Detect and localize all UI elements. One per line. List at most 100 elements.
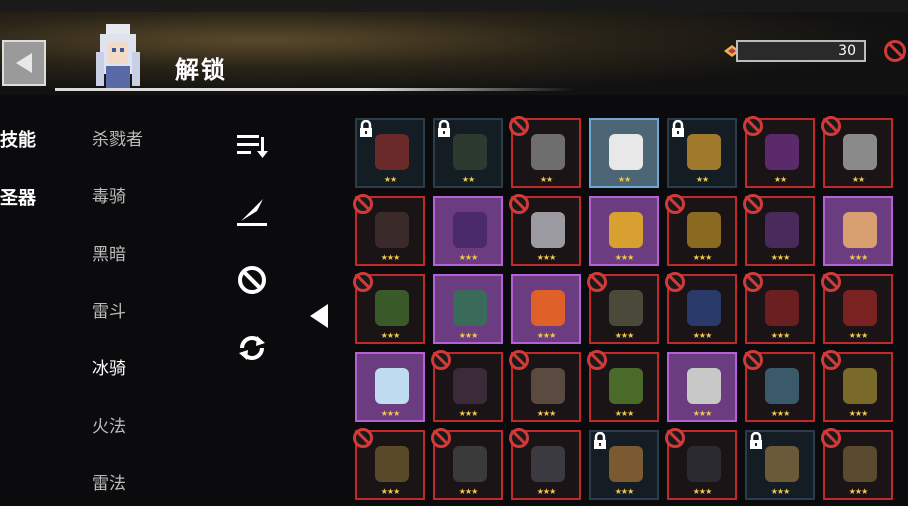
relic-slot-gear-wheel[interactable]: ★★★ — [745, 430, 815, 500]
relic-slot-dark-moon[interactable]: ★★★ — [431, 350, 503, 422]
relic-slot-money-sack[interactable]: ★★★ — [821, 428, 893, 500]
class-item-ice-knight[interactable]: 冰骑 — [92, 354, 126, 379]
relic-slot-medal-cross[interactable]: ★★★ — [353, 428, 425, 500]
gold-dice-icon — [609, 212, 643, 248]
rarity-stars: ★★★ — [380, 409, 401, 418]
refresh-icon — [239, 336, 265, 360]
tab-relics[interactable]: 圣器 — [0, 184, 36, 210]
relic-slot-holy-paper[interactable]: ★★★ — [587, 272, 659, 344]
pearl-shell-icon — [843, 134, 877, 170]
ban-icon — [509, 428, 529, 448]
rarity-stars: ★★ — [851, 175, 865, 184]
relic-slot-gold-ring[interactable]: ★★ — [667, 118, 737, 188]
rarity-stars: ★★★ — [770, 331, 791, 340]
ban-icon — [665, 272, 685, 292]
ban-filter-button[interactable] — [234, 262, 270, 298]
green-scroll-icon — [375, 290, 409, 326]
black-claw-icon — [687, 446, 721, 482]
relic-slot-dark-gem[interactable]: ★★ — [743, 116, 815, 188]
dark-gem-icon — [765, 134, 799, 170]
relic-slot-gold-coin[interactable]: ★★★ — [821, 350, 893, 422]
relic-slot-purple-card[interactable]: ★★★ — [433, 196, 503, 266]
gold-chalice-icon — [687, 212, 721, 248]
relic-slot-rock-shard[interactable]: ★★★ — [509, 350, 581, 422]
relic-slot-silver-sword[interactable]: ★★★ — [667, 352, 737, 422]
relic-slot-grey-stone[interactable]: ★★ — [509, 116, 581, 188]
ban-icon — [821, 350, 841, 370]
ban-icon[interactable] — [884, 40, 906, 62]
relic-slot-black-gauntlet[interactable]: ★★★ — [509, 428, 581, 500]
relic-slot-gold-chalice[interactable]: ★★★ — [665, 194, 737, 266]
rarity-stars: ★★ — [617, 175, 631, 184]
refresh-button[interactable] — [234, 330, 270, 366]
rarity-stars: ★★★ — [614, 331, 635, 340]
class-item-fire-mage[interactable]: 火法 — [92, 412, 126, 437]
rarity-stars: ★★ — [773, 175, 787, 184]
relic-slot-dark-branch[interactable]: ★★ — [433, 118, 503, 188]
ban-icon — [665, 194, 685, 214]
green-cloak-icon — [609, 368, 643, 404]
ban-icon — [431, 428, 451, 448]
relic-slot-green-rifle[interactable]: ★★★ — [433, 274, 503, 344]
relic-slot-ice-branch[interactable]: ★★★ — [355, 352, 425, 422]
gear-wheel-icon — [765, 446, 799, 482]
class-item-slayer[interactable]: 杀戮者 — [92, 125, 143, 150]
gold-coin-icon — [843, 368, 877, 404]
relic-slot-pearl-shell[interactable]: ★★ — [821, 116, 893, 188]
relic-slot-pink-pouch[interactable]: ★★★ — [823, 196, 893, 266]
rarity-stars: ★★★ — [770, 409, 791, 418]
relic-slot-silver-rock[interactable]: ★★★ — [509, 194, 581, 266]
rarity-stars: ★★★ — [614, 409, 635, 418]
rarity-stars: ★★★ — [614, 487, 635, 496]
collapse-arrow-icon[interactable] — [310, 304, 328, 328]
ban-icon — [431, 350, 451, 370]
red-egg-icon — [843, 290, 877, 326]
rarity-stars: ★★★ — [770, 487, 791, 496]
dark-branch-icon — [453, 134, 487, 170]
ban-icon — [743, 350, 763, 370]
rarity-stars: ★★★ — [458, 487, 479, 496]
relic-slot-blue-bars[interactable]: ★★★ — [665, 272, 737, 344]
ban-icon — [353, 428, 373, 448]
relic-slot-letter-envelope[interactable]: ★★ — [589, 118, 659, 188]
rarity-stars: ★★ — [695, 175, 709, 184]
tab-skills[interactable]: 技能 — [0, 126, 36, 152]
relic-slot-gold-dice[interactable]: ★★★ — [589, 196, 659, 266]
red-bag-icon — [375, 134, 409, 170]
ban-filter-icon — [238, 266, 266, 294]
character-avatar — [96, 24, 140, 90]
class-item-thunder-fighter[interactable]: 雷斗 — [92, 297, 126, 322]
class-item-thunder-mage[interactable]: 雷法 — [92, 469, 126, 494]
ban-icon — [353, 272, 373, 292]
relic-slot-green-scroll[interactable]: ★★★ — [353, 272, 425, 344]
relic-slot-black-claw[interactable]: ★★★ — [665, 428, 737, 500]
back-button[interactable] — [2, 40, 46, 86]
ban-icon — [743, 272, 763, 292]
rock-shard-icon — [531, 368, 565, 404]
rarity-stars: ★★★ — [458, 331, 479, 340]
ban-icon — [743, 116, 763, 136]
relic-slot-fire-orb[interactable]: ★★★ — [511, 274, 581, 344]
relic-slot-purple-tome[interactable]: ★★★ — [743, 194, 815, 266]
quill-button[interactable] — [234, 194, 270, 230]
class-item-poison-knight[interactable]: 毒骑 — [92, 182, 126, 207]
relic-slot-red-feather[interactable]: ★★★ — [743, 272, 815, 344]
ban-icon — [587, 350, 607, 370]
relic-slot-black-potion[interactable]: ★★★ — [353, 194, 425, 266]
rarity-stars: ★★ — [383, 175, 397, 184]
relic-slot-red-bag[interactable]: ★★ — [355, 118, 425, 188]
class-item-dark[interactable]: 黑暗 — [92, 240, 126, 265]
ban-icon — [509, 116, 529, 136]
relic-slot-frost-claw[interactable]: ★★★ — [743, 350, 815, 422]
rarity-stars: ★★★ — [536, 331, 557, 340]
rarity-stars: ★★★ — [848, 487, 869, 496]
relic-slot-treasure-chest[interactable]: ★★★ — [589, 430, 659, 500]
relic-slot-dark-bow[interactable]: ★★★ — [431, 428, 503, 500]
rarity-stars: ★★★ — [692, 331, 713, 340]
relic-slot-red-egg[interactable]: ★★★ — [821, 272, 893, 344]
sort-button[interactable] — [234, 128, 270, 164]
relic-slot-green-cloak[interactable]: ★★★ — [587, 350, 659, 422]
dark-bow-icon — [453, 446, 487, 482]
black-potion-icon — [375, 212, 409, 248]
rarity-stars: ★★★ — [692, 409, 713, 418]
